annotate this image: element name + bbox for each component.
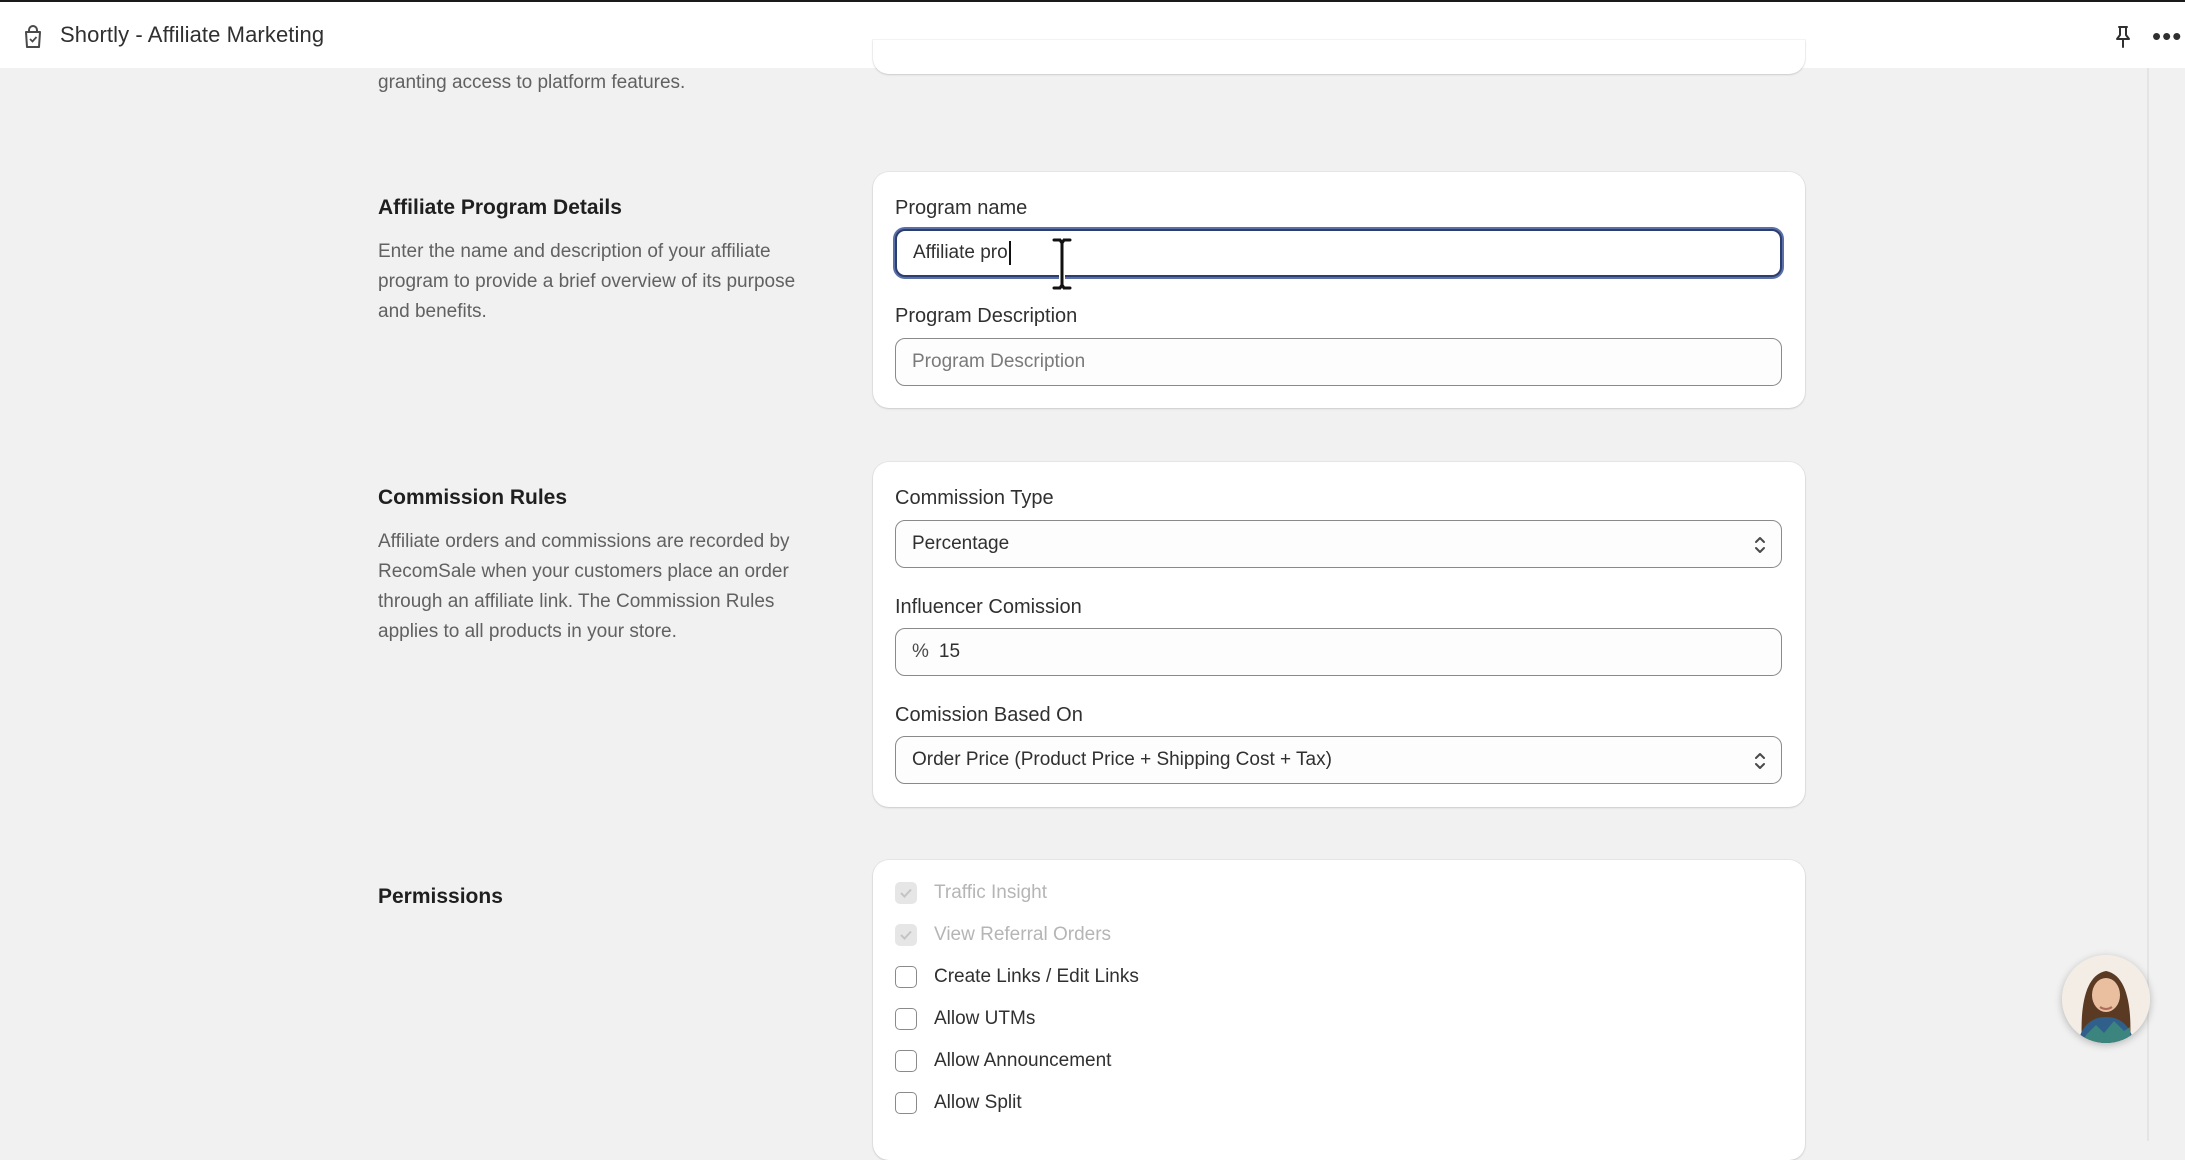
percent-prefix: % — [912, 641, 929, 662]
commission-type-value: Percentage — [912, 533, 1010, 554]
checkbox[interactable] — [895, 966, 917, 988]
program-name-value: Affiliate pro — [913, 242, 1008, 263]
support-avatar — [2062, 955, 2150, 1043]
program-name-label: Program name — [895, 197, 1028, 219]
checkmark-icon — [900, 930, 912, 940]
checkbox[interactable] — [895, 1092, 917, 1114]
permission-create-links[interactable]: Create Links / Edit Links — [895, 962, 1139, 992]
program-details-card: Program name Affiliate pro Program Descr… — [873, 172, 1805, 408]
chevron-up-down-icon — [1755, 537, 1765, 553]
text-caret — [1008, 241, 1011, 265]
commission-type-label: Commission Type — [895, 487, 1054, 509]
influencer-commission-input[interactable]: % 15 — [895, 628, 1782, 676]
permission-view-referral-orders: View Referral Orders — [895, 920, 1111, 950]
permission-label: View Referral Orders — [934, 924, 1112, 945]
previous-section-card — [873, 40, 1805, 74]
chevron-up-down-icon — [1755, 753, 1765, 769]
commission-rules-description: Affiliate orders and commissions are rec… — [378, 531, 790, 642]
program-description-label: Program Description — [895, 305, 1078, 327]
commission-type-select[interactable]: Percentage — [895, 520, 1782, 568]
program-details-description: Enter the name and description of your a… — [378, 241, 796, 322]
checkmark-icon — [900, 888, 912, 898]
more-horizontal-icon[interactable]: ••• — [2152, 23, 2182, 49]
commission-rules-card: Commission Type Percentage Influencer Co… — [873, 462, 1805, 807]
influencer-commission-label: Influencer Comission — [895, 596, 1082, 618]
program-description-input[interactable]: Program Description — [895, 338, 1782, 386]
checkbox[interactable] — [895, 1050, 917, 1072]
permission-label[interactable]: Allow Split — [934, 1092, 1022, 1114]
support-chat-avatar[interactable] — [2062, 955, 2150, 1043]
permission-allow-utms[interactable]: Allow UTMs — [895, 1004, 1035, 1034]
commission-based-on-label: Comission Based On — [895, 704, 1083, 726]
permissions-title: Permissions — [378, 885, 503, 908]
app-title: Shortly - Affiliate Marketing — [60, 22, 325, 47]
text-cursor-icon — [1051, 237, 1073, 291]
pin-icon[interactable] — [2110, 24, 2136, 50]
checkbox-checked-disabled — [895, 924, 917, 946]
permission-allow-split[interactable]: Allow Split — [895, 1088, 1022, 1118]
influencer-commission-value: 15 — [938, 641, 961, 662]
program-details-title: Affiliate Program Details — [378, 196, 622, 219]
permission-allow-announcement[interactable]: Allow Announcement — [895, 1046, 1111, 1076]
scrollbar[interactable] — [2147, 68, 2149, 1141]
permission-label[interactable]: Allow UTMs — [934, 1008, 1035, 1030]
permission-label[interactable]: Create Links / Edit Links — [934, 966, 1139, 988]
permission-traffic-insight: Traffic Insight — [895, 878, 1047, 908]
commission-based-on-value: Order Price (Product Price + Shipping Co… — [912, 749, 1332, 770]
permission-label[interactable]: Allow Announcement — [934, 1050, 1111, 1072]
program-name-input[interactable]: Affiliate pro — [895, 229, 1782, 277]
checkbox-checked-disabled — [895, 882, 917, 904]
permissions-card: Traffic Insight View Referral Orders Cre… — [873, 860, 1805, 1160]
commission-rules-title: Commission Rules — [378, 486, 568, 509]
checkbox[interactable] — [895, 1008, 917, 1030]
program-description-placeholder: Program Description — [912, 351, 1086, 372]
shopping-bag-icon — [25, 25, 41, 48]
commission-based-on-select[interactable]: Order Price (Product Price + Shipping Co… — [895, 736, 1782, 784]
previous-section-description: granting access to platform features. — [378, 72, 686, 93]
permission-label: Traffic Insight — [934, 882, 1047, 903]
